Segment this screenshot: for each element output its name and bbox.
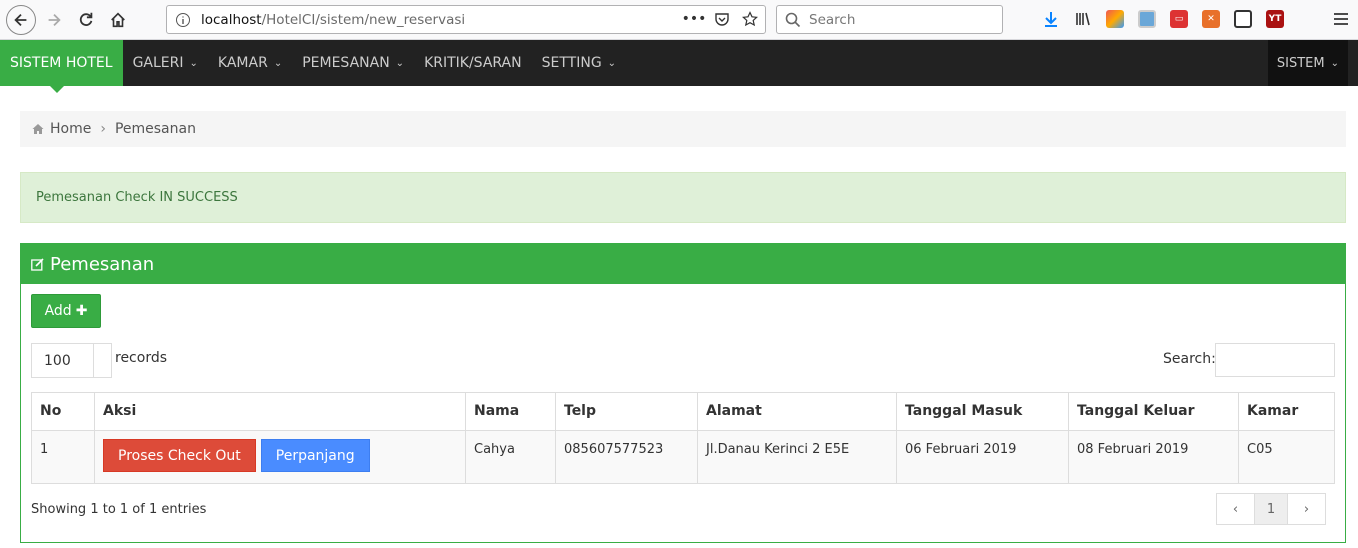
- url-bar[interactable]: localhost/HotelCI/sistem/new_reservasi •…: [166, 5, 766, 34]
- column-header[interactable]: Kamar: [1238, 392, 1335, 431]
- table-row: 1 Proses Check Out Perpanjang Cahya 08560…: [31, 430, 1335, 484]
- add-button[interactable]: Add ✚: [31, 294, 101, 328]
- checkout-button[interactable]: Proses Check Out: [103, 439, 256, 472]
- chevron-down-icon: ⌄: [273, 57, 283, 69]
- home-icon: [111, 12, 125, 27]
- records-length-value: 100: [32, 344, 94, 377]
- arrow-right-icon: [48, 13, 61, 26]
- column-header[interactable]: Tanggal Keluar: [1068, 392, 1239, 431]
- library-icon[interactable]: [1074, 10, 1092, 28]
- chevron-down-icon: ⌄: [607, 57, 617, 69]
- bookmark-star-icon[interactable]: [741, 10, 759, 28]
- cell-aksi: Proses Check Out Perpanjang: [94, 430, 466, 484]
- reload-icon: [79, 12, 93, 26]
- column-header[interactable]: Tanggal Masuk: [896, 392, 1069, 431]
- extension-1-icon[interactable]: [1106, 10, 1124, 28]
- nav-kamar[interactable]: KAMAR ⌄: [208, 40, 292, 86]
- url-path: /HotelCI/sistem/new_reservasi: [261, 11, 466, 28]
- reload-button[interactable]: [72, 6, 100, 34]
- extension-yt-icon[interactable]: YT: [1266, 10, 1284, 28]
- pocket-icon[interactable]: [713, 10, 731, 28]
- browser-search-input[interactable]: Search: [776, 5, 1003, 34]
- browser-toolbar: localhost/HotelCI/sistem/new_reservasi •…: [0, 0, 1358, 40]
- forward-button[interactable]: [40, 6, 68, 34]
- nav-galeri[interactable]: GALERI ⌄: [123, 40, 208, 86]
- cell-tanggal-keluar: 08 Februari 2019: [1068, 430, 1239, 484]
- breadcrumb-home[interactable]: Home: [50, 121, 91, 137]
- nav-pemesanan[interactable]: PEMESANAN ⌄: [292, 40, 414, 86]
- extension-3-icon[interactable]: ▭: [1170, 10, 1188, 28]
- cell-telp: 085607577523: [555, 430, 698, 484]
- nav-setting[interactable]: SETTING ⌄: [532, 40, 626, 86]
- arrow-left-icon: [14, 13, 27, 26]
- extension-2-icon[interactable]: [1138, 10, 1156, 28]
- alert-text: Pemesanan Check IN SUCCESS: [36, 190, 238, 205]
- column-header[interactable]: Alamat: [697, 392, 897, 431]
- sidebar-icon[interactable]: [1234, 10, 1252, 28]
- page-button[interactable]: 1: [1254, 493, 1288, 525]
- cell-tanggal-masuk: 06 Februari 2019: [896, 430, 1069, 484]
- plus-icon: ✚: [75, 303, 88, 319]
- search-icon: [785, 12, 801, 27]
- nav-kritik-saran[interactable]: KRITIK/SARAN: [414, 40, 532, 86]
- chevron-right-icon: ›: [100, 121, 106, 137]
- browser-search-placeholder: Search: [809, 11, 856, 28]
- home-icon: [32, 124, 44, 134]
- back-button[interactable]: [6, 4, 36, 35]
- chevron-down-icon: ⌄: [189, 57, 198, 69]
- pemesanan-panel: Pemesanan Add ✚ 100 records Search: No A…: [20, 243, 1346, 543]
- extend-button[interactable]: Perpanjang: [260, 439, 370, 472]
- info-icon: [176, 12, 190, 27]
- column-header[interactable]: Nama: [465, 392, 556, 431]
- home-button[interactable]: [104, 6, 132, 34]
- url-host: localhost: [201, 11, 262, 28]
- panel-heading: Pemesanan: [21, 244, 1345, 284]
- table-header-row: No Aksi Nama Telp Alamat Tanggal Masuk T…: [31, 392, 1335, 431]
- reservation-table: No Aksi Nama Telp Alamat Tanggal Masuk T…: [31, 392, 1335, 484]
- next-page-button[interactable]: ›: [1287, 493, 1326, 525]
- table-search-label: Search:: [1163, 351, 1216, 367]
- panel-title: Pemesanan: [50, 253, 155, 275]
- column-header[interactable]: Aksi: [94, 392, 466, 431]
- table-search-input[interactable]: [1215, 343, 1335, 377]
- edit-icon: [31, 257, 44, 271]
- success-alert: Pemesanan Check IN SUCCESS: [20, 172, 1346, 223]
- chevron-down-icon: ⌄: [1330, 57, 1339, 69]
- main-navbar: SISTEM HOTEL GALERI ⌄ KAMAR ⌄ PEMESANAN ⌄ K…: [0, 40, 1358, 93]
- page-actions-icon[interactable]: •••: [682, 10, 707, 28]
- cell-nama: Cahya: [465, 430, 556, 484]
- chevron-down-icon: ⌄: [395, 57, 405, 69]
- pagination: ‹ 1 ›: [1216, 493, 1326, 525]
- brand-link[interactable]: SISTEM HOTEL: [0, 40, 123, 93]
- user-menu[interactable]: SISTEM ⌄: [1267, 40, 1348, 86]
- table-info: Showing 1 to 1 of 1 entries: [31, 502, 207, 517]
- cell-kamar: C05: [1238, 430, 1335, 484]
- cell-no: 1: [31, 430, 95, 484]
- breadcrumb-current: Pemesanan: [114, 121, 196, 137]
- prev-page-button[interactable]: ‹: [1216, 493, 1255, 525]
- hamburger-menu-icon[interactable]: [1332, 10, 1350, 28]
- column-header[interactable]: No: [31, 392, 95, 431]
- column-header[interactable]: Telp: [555, 392, 698, 431]
- records-length-select[interactable]: 100: [31, 343, 112, 378]
- cell-alamat: Jl.Danau Kerinci 2 E5E: [697, 430, 897, 484]
- extension-4-icon[interactable]: ✕: [1202, 10, 1220, 28]
- breadcrumb: Home › Pemesanan: [20, 111, 1346, 147]
- download-icon[interactable]: [1042, 10, 1060, 28]
- records-label: records: [115, 350, 168, 366]
